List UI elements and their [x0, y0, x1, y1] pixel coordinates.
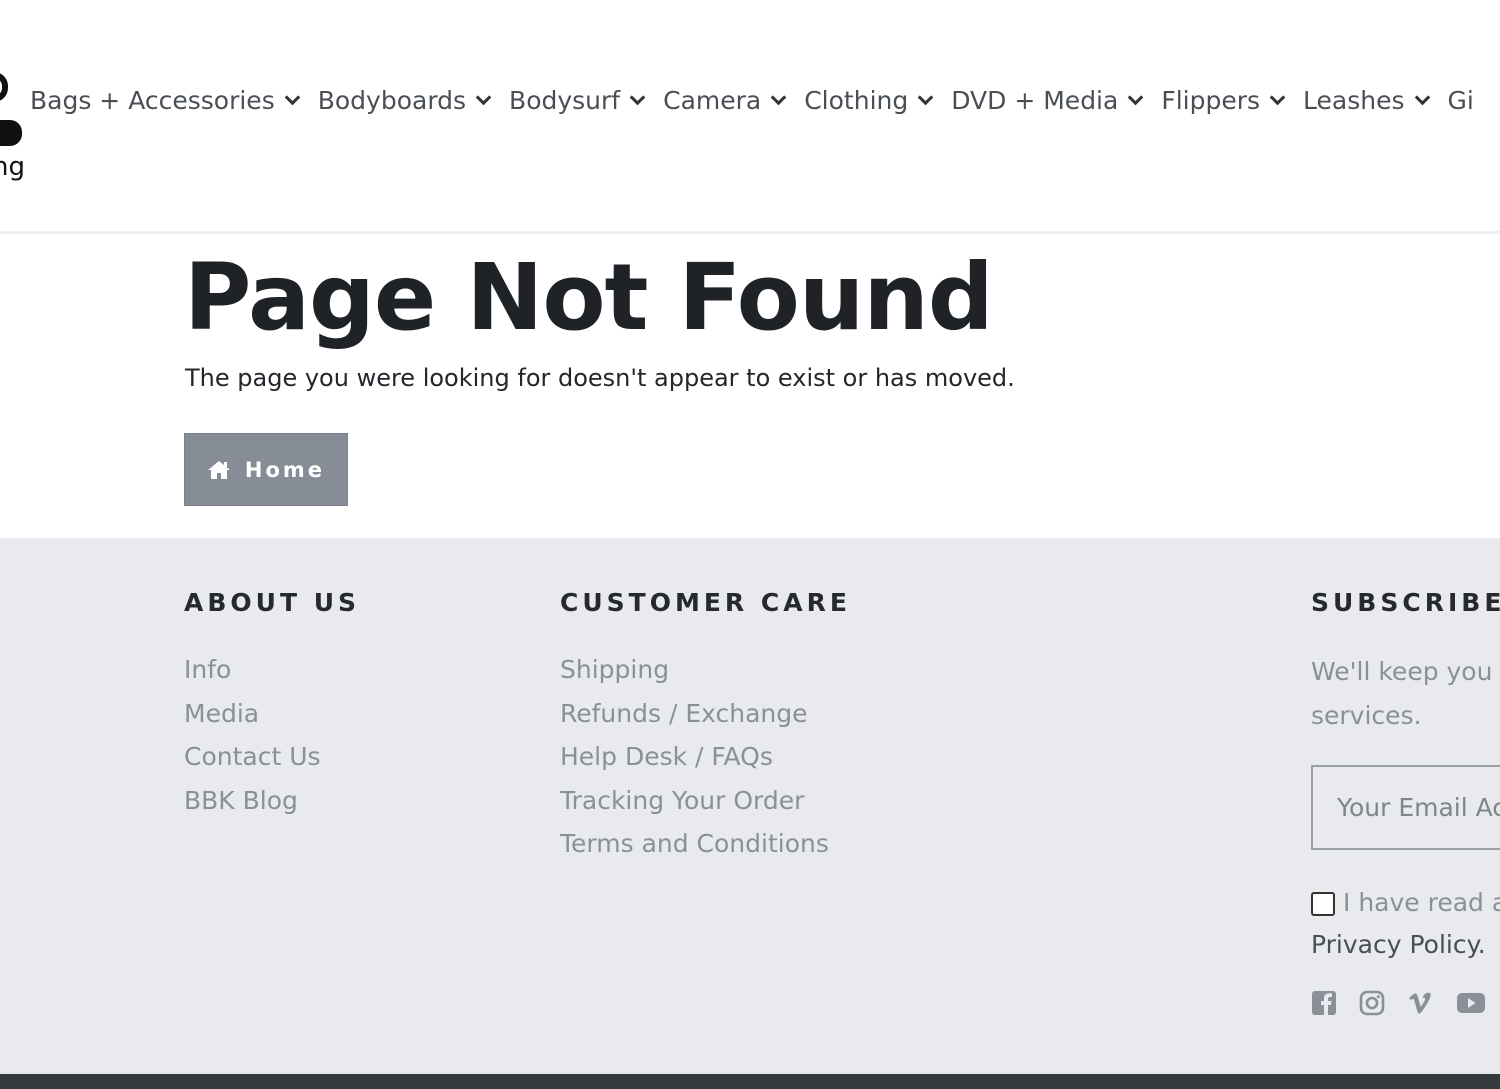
footer-link-info[interactable]: Info: [184, 650, 321, 694]
chevron-down-icon: [475, 89, 492, 105]
home-button-label: Home: [244, 457, 326, 482]
nav-item-clothing[interactable]: Clothing: [804, 80, 934, 120]
site-footer: ABOUT US Info Media Contact Us BBK Blog …: [0, 538, 1500, 1074]
footer-link-terms[interactable]: Terms and Conditions: [560, 824, 829, 868]
main-nav: Bags + Accessories Bodyboards Bodysurf C…: [30, 80, 1494, 120]
footer-link-contact-us[interactable]: Contact Us: [184, 737, 321, 781]
nav-item-bodyboards[interactable]: Bodyboards: [317, 80, 492, 120]
customer-care-links: Shipping Refunds / Exchange Help Desk / …: [560, 650, 829, 868]
home-button[interactable]: Home: [184, 433, 348, 506]
nav-item-label: Bags + Accessories: [30, 85, 275, 115]
customer-care-heading: CUSTOMER CARE: [560, 588, 851, 617]
chevron-down-icon: [1269, 89, 1286, 105]
not-found-message: The page you were looking for doesn't ap…: [185, 364, 1015, 392]
chevron-down-icon: [1128, 89, 1144, 105]
chevron-down-icon: [1414, 89, 1430, 105]
chevron-down-icon: [917, 89, 934, 105]
email-placeholder: Your Email Ac: [1337, 793, 1500, 822]
home-icon: [207, 460, 231, 480]
about-us-heading: ABOUT US: [184, 588, 361, 617]
nav-item-label: DVD + Media: [951, 85, 1119, 115]
logo-mark-bottom: [0, 120, 22, 146]
nav-item-label: Flippers: [1161, 85, 1261, 115]
footer-link-media[interactable]: Media: [184, 694, 321, 738]
chevron-down-icon: [770, 89, 787, 105]
nav-item-label: Gi: [1447, 85, 1474, 115]
logo-mark-top: [0, 72, 8, 102]
site-logo[interactable]: ng: [0, 70, 30, 190]
consent-checkbox[interactable]: [1311, 892, 1335, 916]
email-field[interactable]: Your Email Ac: [1311, 765, 1500, 850]
footer-link-bbk-blog[interactable]: BBK Blog: [184, 781, 321, 825]
nav-item-flippers[interactable]: Flippers: [1161, 80, 1286, 120]
nav-item-gifts[interactable]: Gi: [1448, 80, 1474, 120]
chevron-down-icon: [284, 89, 300, 105]
nav-item-dvd-media[interactable]: DVD + Media: [951, 80, 1144, 120]
instagram-icon[interactable]: [1359, 990, 1385, 1016]
about-us-links: Info Media Contact Us BBK Blog: [184, 650, 321, 824]
youtube-icon[interactable]: [1455, 990, 1487, 1016]
social-links: [1311, 990, 1487, 1016]
facebook-icon[interactable]: [1311, 990, 1337, 1016]
footer-link-refunds-exchange[interactable]: Refunds / Exchange: [560, 694, 829, 738]
footer-link-tracking-order[interactable]: Tracking Your Order: [560, 781, 829, 825]
nav-item-label: Bodysurf: [509, 85, 621, 115]
footer-link-shipping[interactable]: Shipping: [560, 650, 829, 694]
nav-item-bags-accessories[interactable]: Bags + Accessories: [30, 80, 300, 120]
footer-link-help-desk[interactable]: Help Desk / FAQs: [560, 737, 829, 781]
subscribe-text-line2: services.: [1311, 701, 1422, 730]
logo-text: ng: [0, 152, 25, 182]
nav-item-label: Leashes: [1303, 85, 1405, 115]
nav-item-label: Bodyboards: [317, 85, 467, 115]
nav-item-label: Camera: [663, 85, 762, 115]
nav-item-leashes[interactable]: Leashes: [1303, 80, 1430, 120]
vimeo-icon[interactable]: [1407, 990, 1433, 1016]
subscribe-description: We'll keep you services.: [1311, 650, 1500, 738]
chevron-down-icon: [629, 89, 646, 105]
nav-item-bodysurf[interactable]: Bodysurf: [509, 80, 646, 120]
subscribe-heading: SUBSCRIBE T: [1311, 588, 1500, 617]
bottom-bar: [0, 1074, 1500, 1089]
page-title: Page Not Found: [184, 244, 994, 351]
nav-item-label: Clothing: [804, 85, 909, 115]
subscribe-text-line1: We'll keep you: [1311, 657, 1493, 686]
nav-item-camera[interactable]: Camera: [663, 80, 787, 120]
site-header: ng Bags + Accessories Bodyboards Bodysur…: [0, 0, 1500, 234]
consent-text: I have read a: [1343, 888, 1500, 917]
privacy-policy-link[interactable]: Privacy Policy.: [1311, 930, 1500, 959]
privacy-consent: I have read a Privacy Policy.: [1311, 886, 1500, 959]
